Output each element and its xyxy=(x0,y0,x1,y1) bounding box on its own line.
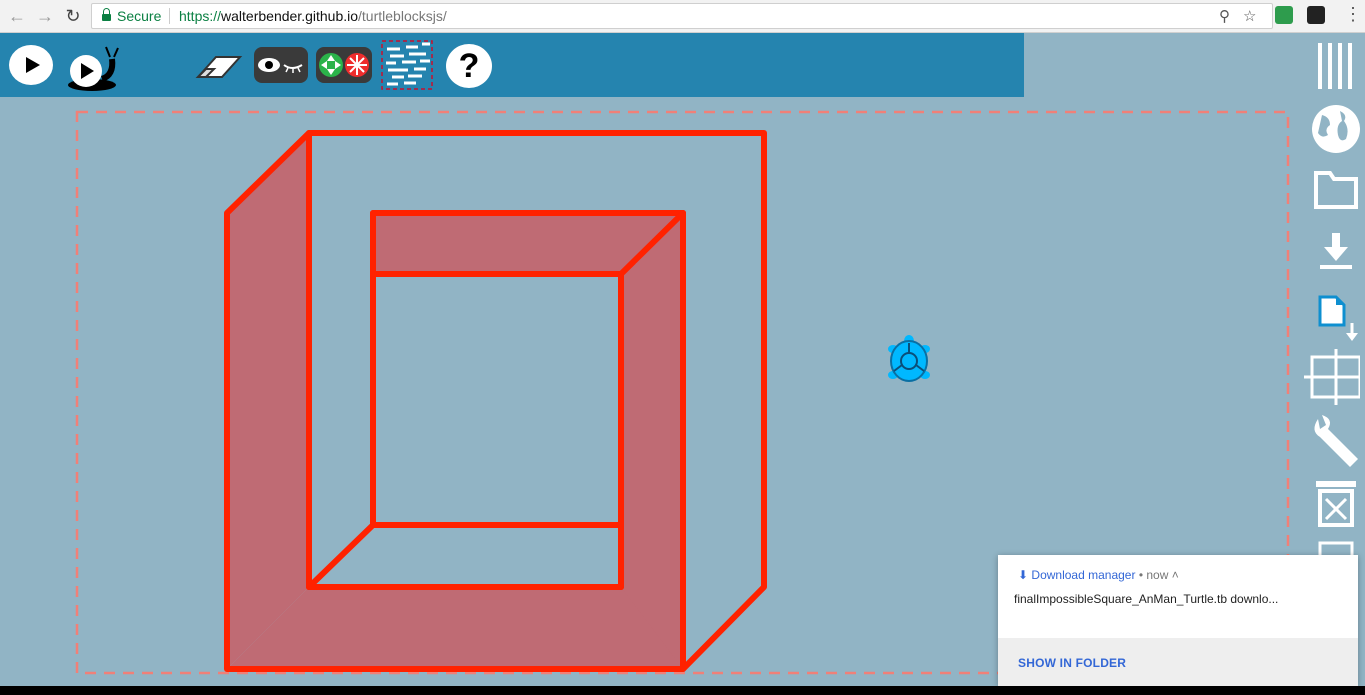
download-icon[interactable] xyxy=(1304,227,1360,275)
main-toolbar: ? xyxy=(0,33,1024,97)
trash-icon[interactable] xyxy=(1304,479,1360,529)
download-filename: finalImpossibleSquare_AnMan_Turtle.tb do… xyxy=(1014,592,1279,606)
lock-icon xyxy=(102,8,111,21)
right-palette xyxy=(1300,33,1365,593)
secure-indicator[interactable]: Secure xyxy=(102,8,161,24)
back-arrow-icon[interactable]: ← xyxy=(6,5,28,27)
browser-toolbar: ← → ↻ Secure https://walterbender.github… xyxy=(0,0,1365,33)
impossible-square-drawing xyxy=(224,130,767,672)
globe-icon[interactable] xyxy=(1304,99,1360,155)
classroom-extension-icon[interactable] xyxy=(1275,6,1293,24)
url-text[interactable]: https://walterbender.github.io/turtleblo… xyxy=(179,8,447,24)
zoom-icon[interactable]: ⚲ xyxy=(1219,7,1230,25)
folder-icon[interactable] xyxy=(1304,163,1360,211)
show-in-folder-button[interactable]: SHOW IN FOLDER xyxy=(1018,656,1126,670)
expand-collapse-icon[interactable] xyxy=(314,43,374,87)
turtle-icon[interactable] xyxy=(888,335,930,382)
turtle-blocks-app: ? ⬇ Download manager • now ˄ finalImposs… xyxy=(0,33,1365,686)
slow-play-snail-icon[interactable] xyxy=(66,45,122,93)
bookmark-star-icon[interactable]: ☆ xyxy=(1243,7,1256,25)
browser-menu-icon[interactable]: ⋮ xyxy=(1344,4,1362,25)
menu-icon[interactable] xyxy=(1304,37,1360,93)
forward-arrow-icon[interactable]: → xyxy=(34,5,56,27)
edge xyxy=(306,522,376,590)
download-footer: SHOW IN FOLDER xyxy=(998,638,1358,686)
chevron-up-icon: ˄ xyxy=(1171,568,1179,582)
new-file-icon[interactable] xyxy=(1304,289,1360,345)
download-arrow-icon: ⬇ xyxy=(1018,568,1029,582)
hide-show-blocks-icon[interactable] xyxy=(252,43,310,87)
screenshot-extension-icon[interactable] xyxy=(1307,6,1325,24)
palette-icon[interactable] xyxy=(378,35,436,93)
download-manager-popup: ⬇ Download manager • now ˄ finalImpossib… xyxy=(998,555,1358,686)
eraser-icon[interactable] xyxy=(194,45,244,85)
reload-icon[interactable]: ↻ xyxy=(62,5,84,27)
play-icon[interactable] xyxy=(9,45,53,85)
address-bar[interactable]: Secure https://walterbender.github.io/tu… xyxy=(91,3,1273,29)
bottom-edge xyxy=(0,686,1365,695)
grid-icon[interactable] xyxy=(1304,349,1360,405)
help-icon[interactable]: ? xyxy=(446,44,492,88)
divider xyxy=(169,8,170,24)
left-face xyxy=(227,133,309,669)
wrench-icon[interactable] xyxy=(1304,411,1360,471)
download-header[interactable]: ⬇ Download manager • now ˄ xyxy=(1018,568,1179,582)
